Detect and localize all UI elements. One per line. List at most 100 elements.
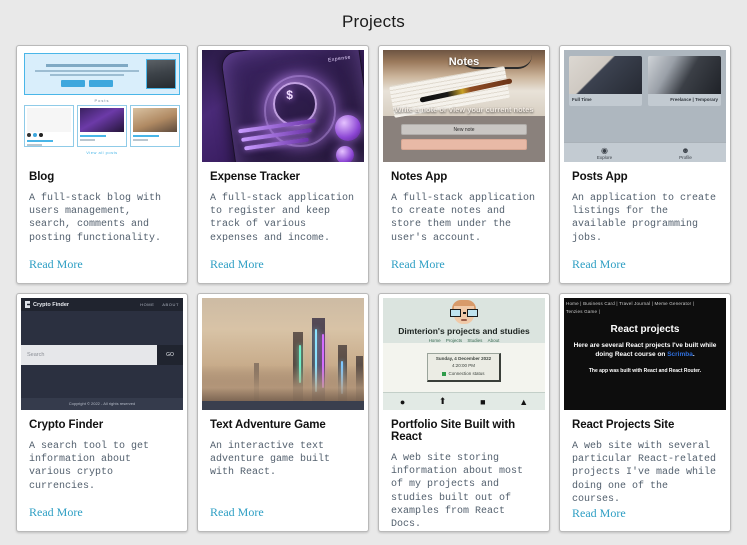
react-subheading: Here are several React projects I've bui… <box>564 342 726 360</box>
clock-area: Sunday, 4 December 2022 4:20:00 PM Conne… <box>383 343 545 392</box>
social-links: ● ⬆ ■ ▲ <box>383 392 545 410</box>
coin-icon <box>334 114 361 141</box>
project-card-notes-app[interactable]: Notes Write a note or view your current … <box>378 45 550 284</box>
bridge <box>462 312 466 314</box>
compass-icon: ◉ <box>601 146 608 155</box>
read-more-link[interactable]: Read More <box>210 257 356 279</box>
read-more-link[interactable]: Read More <box>572 506 718 528</box>
read-more-link[interactable]: Read More <box>391 257 537 279</box>
devto-icon: ■ <box>480 396 486 407</box>
read-more-link[interactable]: Read More <box>29 257 175 279</box>
post-icons <box>27 133 71 137</box>
project-card-text-adventure-game[interactable]: Text Adventure Game An interactive text … <box>197 293 369 532</box>
listing-photo <box>569 56 642 94</box>
nav-line-2: Tenzies Game | <box>566 308 600 314</box>
card-title: Blog <box>29 171 55 183</box>
glasses-icon <box>450 309 478 317</box>
github-icon: ● <box>399 396 406 407</box>
sign-up-button <box>89 79 113 87</box>
card-title: Text Adventure Game <box>210 419 326 431</box>
status-indicator <box>442 372 447 377</box>
read-more-link[interactable]: Read More <box>391 531 537 532</box>
search-input: Search <box>21 344 157 365</box>
blog-post-card <box>130 105 180 147</box>
card-description: A full-stack application to register and… <box>210 193 361 244</box>
react-nav: Home | Business Card | Travel Journal | … <box>564 298 726 315</box>
projects-grid: Posts View all posts Blog A full-stack b… <box>0 45 747 532</box>
card-description: A search tool to get information about v… <box>29 441 156 492</box>
card-description: A web site storing information about mos… <box>391 453 530 530</box>
card-title: Portfolio Site Built with React <box>391 419 515 443</box>
nav-item-explore: ◉ Explore <box>564 143 645 162</box>
card-description: A full-stack blog with users management,… <box>29 193 168 244</box>
bottom-nav: ◉ Explore ☻ Profile <box>564 142 726 162</box>
nav-line-1: Home | Business Card | Travel Journal | … <box>566 301 695 306</box>
nav-label: Explore <box>596 155 613 160</box>
project-thumbnail-blog: Posts View all posts <box>21 50 183 162</box>
card-title: Posts App <box>572 171 628 183</box>
site-title: Dimterion's projects and studies <box>398 326 530 336</box>
post-thumb <box>133 108 177 132</box>
crypto-spacer-bottom <box>21 365 183 399</box>
lens <box>467 309 478 317</box>
read-more-link[interactable]: Read More <box>572 257 718 279</box>
page-title: Projects <box>341 12 405 31</box>
listings-spacer <box>564 106 726 142</box>
card-body: Portfolio Site Built with React A web si… <box>383 410 545 532</box>
avatar-illustration <box>449 300 479 324</box>
project-thumbnail-text-adventure-game <box>202 298 364 410</box>
project-card-portfolio-site[interactable]: Dimterion's projects and studies Home Pr… <box>378 293 550 532</box>
job-listing-card: Full Time <box>569 56 642 106</box>
card-description: A web site with several particular React… <box>572 441 723 505</box>
card-title: Expense Tracker <box>210 171 300 183</box>
crypto-topbar: Crypto Finder HOME ABOUT <box>21 298 183 311</box>
card-body: Blog A full-stack blog with users manage… <box>21 162 183 279</box>
avatar <box>146 59 176 89</box>
status-label: Connection status <box>448 370 485 376</box>
project-card-crypto-finder[interactable]: Crypto Finder HOME ABOUT Search GO Copyr… <box>16 293 188 532</box>
post-title-line <box>27 140 54 142</box>
lens <box>450 309 461 317</box>
new-note-button: New note <box>401 124 527 135</box>
listing-photo <box>648 56 721 94</box>
project-card-posts-app[interactable]: Full Time Freelance | Temporary ◉ Explor… <box>559 45 731 284</box>
nav-item-about: ABOUT <box>162 302 179 307</box>
crypto-footer: Copyright © 2022 - All rights reserved <box>21 398 183 410</box>
card-title: Crypto Finder <box>29 419 104 431</box>
project-card-react-projects-site[interactable]: Home | Business Card | Travel Journal | … <box>559 293 731 532</box>
project-thumbnail-notes-app: Notes Write a note or view your current … <box>383 50 545 162</box>
devto-icon <box>39 133 43 137</box>
project-card-expense-tracker[interactable]: $ Expense Expense Tracker A full-stack a… <box>197 45 369 284</box>
notes-hero: Notes Write a note or view your current … <box>383 50 545 118</box>
blog-hero-text <box>28 62 146 87</box>
job-listings: Full Time Freelance | Temporary <box>564 50 726 106</box>
person-icon: ☻ <box>681 146 690 155</box>
mouth <box>461 319 467 321</box>
react-note: The app was built with React and React R… <box>588 367 702 374</box>
search-go-button: GO <box>157 344 183 365</box>
hero-buttons <box>28 79 146 87</box>
currency-symbol: $ <box>286 88 293 103</box>
notes-header: Notes <box>448 56 480 68</box>
scrimba-link: Scrimba <box>667 351 693 359</box>
post-title-line <box>133 135 160 137</box>
crypto-spacer-top <box>21 311 183 345</box>
read-more-link[interactable]: Read More <box>29 505 175 527</box>
post-thumb <box>80 108 124 132</box>
card-body: Notes App A full-stack application to cr… <box>383 162 545 279</box>
listing-label: Full Time <box>572 97 592 102</box>
card-description: A full-stack application to create notes… <box>391 193 542 244</box>
post-title-line <box>80 135 107 137</box>
project-thumbnail-expense-tracker: $ Expense <box>202 50 364 162</box>
hero-body-line <box>35 69 139 72</box>
clock-time: 4:20:00 PM <box>451 363 475 369</box>
card-title: React Projects Site <box>572 419 675 431</box>
project-card-blog[interactable]: Posts View all posts Blog A full-stack b… <box>16 45 188 284</box>
connection-status: Connection status <box>436 371 491 378</box>
nav-label: Profile <box>679 155 692 160</box>
read-more-link[interactable]: Read More <box>210 505 356 527</box>
card-body: Text Adventure Game An interactive text … <box>202 410 364 527</box>
card-body: Crypto Finder A search tool to get infor… <box>21 410 183 527</box>
blog-footer-label: View all posts <box>86 150 118 155</box>
blog-hero <box>24 53 180 95</box>
